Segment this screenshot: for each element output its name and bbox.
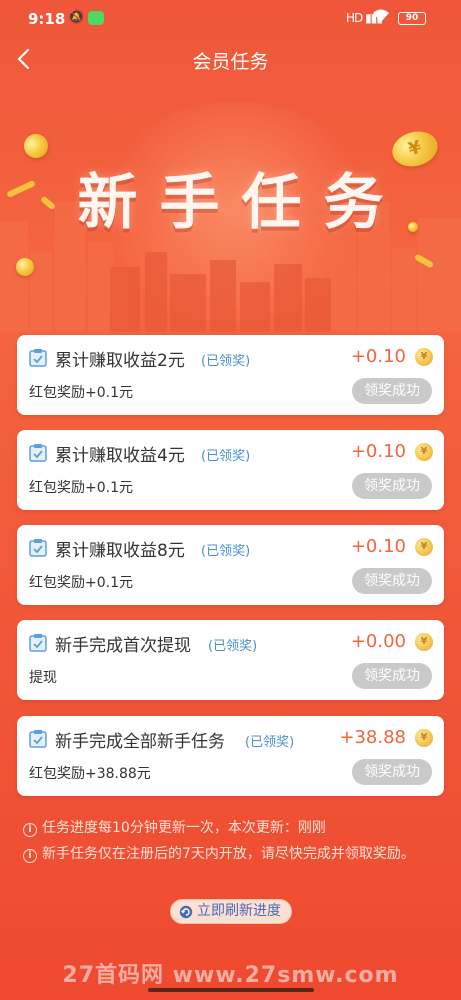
wechat-icon <box>88 11 104 25</box>
page: 9:18 🔕 HD ▮▮▮ 90 会员任务 新手任务 ¥ 累计赚取收益2元 (已… <box>0 0 461 1000</box>
task-card: 累计赚取收益8元 (已领奖) +0.10 ¥ 红包奖励+0.1元 领奖成功 <box>17 525 444 605</box>
task-reward-amount: +38.88 <box>339 727 406 748</box>
refresh-progress-button[interactable]: 立即刷新进度 <box>170 899 292 924</box>
home-indicator[interactable] <box>148 988 314 992</box>
coin-decoration-icon <box>408 222 418 232</box>
task-description: 红包奖励+0.1元 <box>29 575 133 591</box>
task-description: 提现 <box>29 670 57 686</box>
refresh-icon <box>179 905 193 919</box>
availability-note: i 新手任务仅在注册后的7天内开放，请尽快完成并领取奖励。 <box>23 844 443 864</box>
banner: 新手任务 ¥ <box>0 82 461 332</box>
task-title: 新手完成首次提现 <box>55 636 191 656</box>
nav-bar: 会员任务 <box>0 38 461 82</box>
coin-icon: ¥ <box>415 633 433 651</box>
task-card: 新手完成全部新手任务 (已领奖) +38.88 ¥ 红包奖励+38.88元 领奖… <box>17 716 444 796</box>
wifi-icon <box>372 9 390 27</box>
claim-success-button[interactable]: 领奖成功 <box>352 663 432 689</box>
task-reward-amount: +0.00 <box>350 631 406 652</box>
task-card: 累计赚取收益2元 (已领奖) +0.10 ¥ 红包奖励+0.1元 领奖成功 <box>17 335 444 415</box>
claim-success-button[interactable]: 领奖成功 <box>352 378 432 404</box>
task-title: 累计赚取收益4元 <box>55 446 185 466</box>
task-status-tag: (已领奖) <box>201 354 251 369</box>
task-card: 新手完成首次提现 (已领奖) +0.00 ¥ 提现 领奖成功 <box>17 620 444 700</box>
clipboard-check-icon <box>29 634 47 652</box>
task-status-tag: (已领奖) <box>208 639 258 654</box>
battery-level: 90 <box>405 13 419 23</box>
task-status-tag: (已领奖) <box>201 544 251 559</box>
task-reward-amount: +0.10 <box>350 346 406 367</box>
clipboard-check-icon <box>29 730 47 748</box>
note-text: 新手任务仅在注册后的7天内开放，请尽快完成并领取奖励。 <box>42 846 415 862</box>
coin-icon: ¥ <box>415 348 433 366</box>
coin-decoration-icon <box>16 258 34 276</box>
coin-icon: ¥ <box>415 443 433 461</box>
info-icon: i <box>23 823 37 837</box>
task-reward-amount: +0.10 <box>350 441 406 462</box>
signal-label: HD <box>346 11 363 25</box>
page-title: 会员任务 <box>192 51 269 73</box>
note-text: 任务进度每10分钟更新一次，本次更新：刚刚 <box>42 820 326 836</box>
clipboard-check-icon <box>29 444 47 462</box>
task-title: 累计赚取收益2元 <box>55 351 185 371</box>
mute-icon: 🔕 <box>68 10 85 25</box>
info-icon: i <box>23 849 37 863</box>
task-description: 红包奖励+0.1元 <box>29 480 133 496</box>
task-title: 新手完成全部新手任务 <box>55 732 225 752</box>
claim-success-button[interactable]: 领奖成功 <box>352 759 432 785</box>
coin-icon: ¥ <box>415 538 433 556</box>
coin-icon: ¥ <box>415 729 433 747</box>
task-title: 累计赚取收益8元 <box>55 541 185 561</box>
task-reward-amount: +0.10 <box>350 536 406 557</box>
clipboard-check-icon <box>29 349 47 367</box>
battery-icon: 90 <box>398 12 426 25</box>
status-time: 9:18 <box>28 10 66 28</box>
task-card: 累计赚取收益4元 (已领奖) +0.10 ¥ 红包奖励+0.1元 领奖成功 <box>17 430 444 510</box>
task-status-tag: (已领奖) <box>245 735 295 750</box>
watermark: 27首码网 www.27smw.com <box>62 963 399 988</box>
task-description: 红包奖励+0.1元 <box>29 385 133 401</box>
clipboard-check-icon <box>29 539 47 557</box>
banner-title: 新手任务 <box>77 168 406 238</box>
task-status-tag: (已领奖) <box>201 449 251 464</box>
status-bar: 9:18 🔕 HD ▮▮▮ 90 <box>0 0 461 38</box>
claim-success-button[interactable]: 领奖成功 <box>352 568 432 594</box>
task-description: 红包奖励+38.88元 <box>29 766 151 782</box>
refresh-label: 立即刷新进度 <box>197 903 281 919</box>
claim-success-button[interactable]: 领奖成功 <box>352 473 432 499</box>
progress-note: i 任务进度每10分钟更新一次，本次更新：刚刚 <box>23 818 443 838</box>
